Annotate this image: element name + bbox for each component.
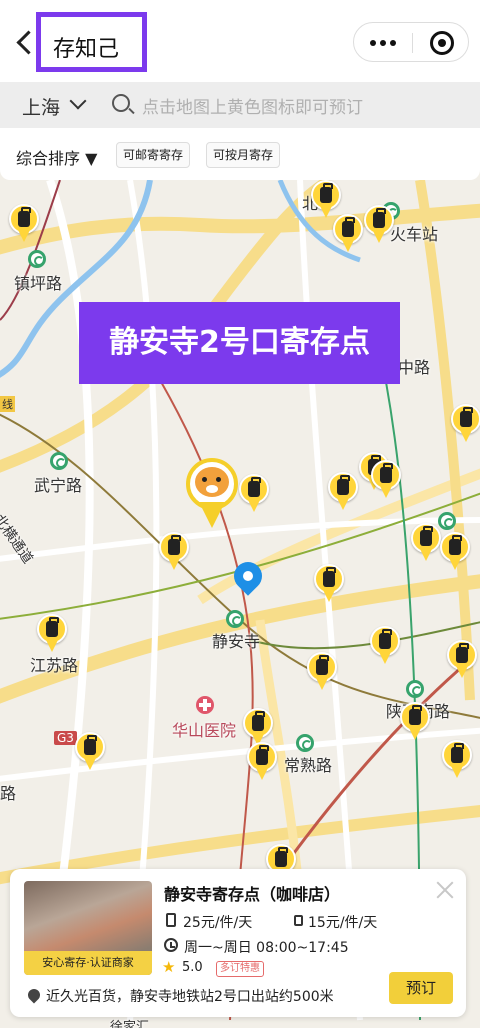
filter-bar: 综合排序 ▼ 可邮寄寄存 可按月寄存	[0, 128, 480, 180]
price-large-luggage: 25元/件/天	[183, 915, 253, 931]
search-icon	[112, 94, 130, 112]
map-label-zhong-road: 中路	[398, 358, 431, 377]
large-luggage-icon	[166, 913, 176, 927]
storage-pin-icon[interactable]	[239, 474, 269, 516]
selected-storage-tiger-pin-icon[interactable]	[186, 458, 238, 530]
search-input[interactable]: 点击地图上黄色图标即可预订	[142, 93, 363, 118]
metro-station-icon[interactable]	[50, 452, 68, 470]
map-label-wuning-road: 武宁路	[34, 476, 83, 495]
storage-pin-icon[interactable]	[364, 205, 394, 247]
storage-pin-icon[interactable]	[75, 732, 105, 774]
more-dots-icon[interactable]	[370, 40, 376, 46]
store-title: 静安寺寄存点（咖啡店）	[164, 885, 341, 904]
rating-value: 5.0	[182, 960, 203, 975]
storage-pin-icon[interactable]	[451, 404, 480, 446]
book-button[interactable]: 预订	[389, 972, 453, 1004]
miniprogram-capsule	[353, 22, 469, 62]
price-small-luggage: 15元/件/天	[308, 915, 378, 931]
store-thumbnail[interactable]: 安心寄存·认证商家	[24, 881, 152, 975]
map-label-xujiahui: 徐家汇	[110, 1020, 150, 1028]
chevron-down-icon[interactable]	[69, 92, 87, 110]
star-icon: ★	[162, 958, 176, 976]
storage-pin-icon[interactable]	[37, 614, 67, 656]
highlighted-location-label: 静安寺2号口寄存点	[79, 302, 400, 384]
storage-pin-icon[interactable]	[447, 640, 477, 682]
location-marker-icon	[25, 986, 43, 1004]
page-title-box: 存知己	[36, 12, 147, 72]
clock-icon	[164, 938, 178, 952]
storage-pin-icon[interactable]	[314, 564, 344, 606]
storage-pin-icon[interactable]	[400, 702, 430, 744]
page-title: 存知己	[53, 37, 120, 62]
storage-pin-icon[interactable]	[440, 532, 470, 574]
top-nav-bar: 存知己	[0, 0, 480, 82]
metro-station-icon[interactable]	[28, 250, 46, 268]
capsule-divider	[412, 33, 413, 53]
map-label-changshu-road: 常熟路	[284, 756, 333, 775]
filter-chip-monthly-storage[interactable]: 可按月寄存	[206, 142, 281, 168]
storage-pin-icon[interactable]	[333, 214, 363, 256]
map-label-g3-highway: G3	[54, 731, 77, 745]
small-luggage-icon	[294, 915, 303, 926]
back-arrow-icon[interactable]	[14, 28, 36, 56]
hospital-icon	[196, 696, 214, 714]
promo-badge: 多订特惠	[216, 961, 264, 977]
metro-station-icon[interactable]	[406, 680, 424, 698]
map-label-railway-station: 火车站	[390, 225, 439, 244]
current-location-icon	[228, 556, 268, 602]
metro-station-icon[interactable]	[296, 734, 314, 752]
storage-pin-icon[interactable]	[411, 523, 441, 565]
storage-pin-icon[interactable]	[442, 740, 472, 782]
map-label-jingan-temple: 静安寺	[212, 632, 261, 651]
filter-chip-mail-storage[interactable]: 可邮寄寄存	[116, 142, 191, 168]
storage-pin-icon[interactable]	[328, 472, 358, 514]
storage-detail-card[interactable]: 安心寄存·认证商家 静安寺寄存点（咖啡店） 25元/件/天 15元/件/天 周一…	[10, 869, 466, 1017]
storage-pin-icon[interactable]	[159, 532, 189, 574]
metro-station-icon[interactable]	[226, 610, 244, 628]
store-address: 近久光百货，静安寺地铁站2号口出站约500米	[46, 989, 334, 1005]
city-selector[interactable]: 上海	[22, 93, 60, 120]
map-label-road-fragment: 路	[0, 784, 17, 803]
close-icon[interactable]	[434, 879, 456, 901]
map-label-line-fragment: 线	[0, 396, 15, 412]
storage-pin-icon[interactable]	[307, 652, 337, 694]
opening-hours: 周一~周日 08:00~17:45	[184, 940, 349, 956]
storage-pin-icon[interactable]	[9, 204, 39, 246]
storage-pin-icon[interactable]	[247, 742, 277, 784]
storage-pin-icon[interactable]	[370, 626, 400, 668]
map-label-zhenping-road: 镇坪路	[14, 274, 63, 293]
map-label-huashan-hospital: 华山医院	[172, 721, 237, 740]
sort-dropdown[interactable]: 综合排序 ▼	[16, 145, 97, 169]
certified-merchant-badge: 安心寄存·认证商家	[24, 951, 152, 975]
storage-pin-icon[interactable]	[371, 460, 401, 502]
search-bar: 上海 点击地图上黄色图标即可预订	[0, 82, 480, 128]
close-target-icon[interactable]	[430, 31, 454, 55]
